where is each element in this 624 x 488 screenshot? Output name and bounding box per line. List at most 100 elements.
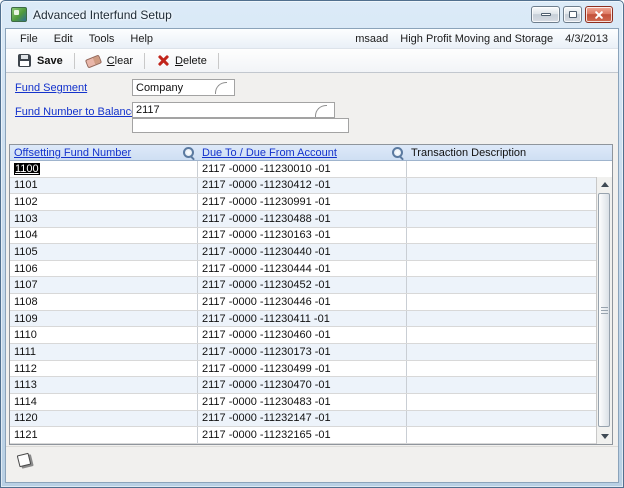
account-cell[interactable]: 2117 -0000 -11232147 -01 <box>198 411 407 427</box>
fund-number-cell[interactable]: 1113 <box>10 377 198 393</box>
minimize-icon <box>541 13 551 16</box>
fund-number-cell[interactable]: 1103 <box>10 211 198 227</box>
client-area: File Edit Tools Help msaad High Profit M… <box>5 28 619 483</box>
fund-segment-dropdown-icon[interactable] <box>214 81 233 94</box>
lookup-magnifier-icon[interactable] <box>392 147 404 159</box>
account-cell[interactable]: 2117 -0000 -11230411 -01 <box>198 311 407 327</box>
fund-number-cell[interactable]: 1106 <box>10 261 198 277</box>
account-cell[interactable]: 2117 -0000 -11230499 -01 <box>198 361 407 377</box>
fund-number-cell[interactable]: 1107 <box>10 277 198 293</box>
fund-number-cell[interactable]: 1110 <box>10 327 198 343</box>
fund-description-field[interactable] <box>132 118 349 133</box>
fund-number-cell[interactable]: 1100 <box>10 161 198 177</box>
fund-number-cell[interactable]: 1101 <box>10 178 198 194</box>
delete-button[interactable]: Delete <box>148 52 215 69</box>
fund-number-cell[interactable]: 1120 <box>10 411 198 427</box>
table-row[interactable]: 1108 2117 -0000 -11230446 -01 <box>10 294 612 311</box>
fund-number-cell[interactable]: 1112 <box>10 361 198 377</box>
clear-button[interactable]: Clear <box>78 53 141 69</box>
description-cell[interactable] <box>407 228 596 244</box>
fund-number-field[interactable]: 2117 <box>132 102 335 118</box>
account-cell[interactable]: 2117 -0000 -11230470 -01 <box>198 377 407 393</box>
account-cell[interactable]: 2117 -0000 -11230483 -01 <box>198 394 407 410</box>
scroll-up-button[interactable] <box>597 177 612 192</box>
description-cell[interactable] <box>407 211 596 227</box>
account-cell[interactable]: 2117 -0000 -11230452 -01 <box>198 277 407 293</box>
description-cell[interactable] <box>407 194 596 210</box>
description-cell[interactable] <box>407 277 596 293</box>
scroll-down-button[interactable] <box>597 429 612 444</box>
table-row[interactable]: 1109 2117 -0000 -11230411 -01 <box>10 311 612 328</box>
vertical-scrollbar[interactable] <box>596 177 612 444</box>
app-icon <box>11 7 27 22</box>
menu-tools[interactable]: Tools <box>81 29 123 48</box>
description-cell[interactable] <box>407 377 596 393</box>
account-cell[interactable]: 2117 -0000 -11230173 -01 <box>198 344 407 360</box>
fund-segment-label[interactable]: Fund Segment <box>15 82 87 94</box>
account-cell[interactable]: 2117 -0000 -11230444 -01 <box>198 261 407 277</box>
table-row[interactable]: 1103 2117 -0000 -11230488 -01 <box>10 211 612 228</box>
fund-number-cell[interactable]: 1114 <box>10 394 198 410</box>
description-cell[interactable] <box>407 244 596 260</box>
account-cell[interactable]: 2117 -0000 -11230446 -01 <box>198 294 407 310</box>
account-cell[interactable]: 2117 -0000 -11230488 -01 <box>198 211 407 227</box>
fund-number-cell[interactable]: 1109 <box>10 311 198 327</box>
account-cell[interactable]: 2117 -0000 -11232165 -01 <box>198 427 407 443</box>
delete-label: Delete <box>175 55 207 67</box>
column-header-due-to-due-from-account[interactable]: Due To / Due From Account <box>198 145 407 160</box>
fund-number-cell[interactable]: 1121 <box>10 427 198 443</box>
fund-number-dropdown-icon[interactable] <box>314 104 333 116</box>
description-cell[interactable] <box>407 327 596 343</box>
description-cell[interactable] <box>407 311 596 327</box>
fund-segment-field[interactable]: Company <box>132 79 235 96</box>
table-row[interactable]: 1106 2117 -0000 -11230444 -01 <box>10 261 612 278</box>
column-header-offsetting-fund-number[interactable]: Offsetting Fund Number <box>10 145 198 160</box>
fund-number-cell[interactable]: 1102 <box>10 194 198 210</box>
note-icon[interactable] <box>17 453 32 468</box>
table-row[interactable]: 1107 2117 -0000 -11230452 -01 <box>10 277 612 294</box>
description-cell[interactable] <box>407 394 596 410</box>
table-row[interactable]: 1114 2117 -0000 -11230483 -01 <box>10 394 612 411</box>
menu-edit[interactable]: Edit <box>46 29 81 48</box>
account-cell[interactable]: 2117 -0000 -11230010 -01 <box>198 161 407 177</box>
description-cell[interactable] <box>407 427 596 443</box>
description-cell[interactable] <box>407 261 596 277</box>
menu-file[interactable]: File <box>12 29 46 48</box>
account-cell[interactable]: 2117 -0000 -11230412 -01 <box>198 178 407 194</box>
table-row[interactable]: 1100 2117 -0000 -11230010 -01 <box>10 161 612 178</box>
table-row[interactable]: 1113 2117 -0000 -11230470 -01 <box>10 377 612 394</box>
title-bar: Advanced Interfund Setup <box>5 1 619 28</box>
table-row[interactable]: 1105 2117 -0000 -11230440 -01 <box>10 244 612 261</box>
menu-help[interactable]: Help <box>122 29 161 48</box>
table-row[interactable]: 1111 2117 -0000 -11230173 -01 <box>10 344 612 361</box>
description-cell[interactable] <box>407 178 596 194</box>
description-cell[interactable] <box>407 344 596 360</box>
description-cell[interactable] <box>407 361 596 377</box>
description-cell[interactable] <box>407 161 596 177</box>
account-cell[interactable]: 2117 -0000 -11230991 -01 <box>198 194 407 210</box>
form-area: Fund Segment Company Fund Number to Bala… <box>6 73 618 482</box>
save-button[interactable]: Save <box>10 52 71 69</box>
table-row[interactable]: 1121 2117 -0000 -11232165 -01 <box>10 427 612 444</box>
fund-number-to-balance-label[interactable]: Fund Number to Balance <box>15 106 137 118</box>
table-row[interactable]: 1102 2117 -0000 -11230991 -01 <box>10 194 612 211</box>
table-row[interactable]: 1101 2117 -0000 -11230412 -01 <box>10 178 612 195</box>
fund-number-cell[interactable]: 1105 <box>10 244 198 260</box>
table-row[interactable]: 1120 2117 -0000 -11232147 -01 <box>10 411 612 428</box>
maximize-button[interactable] <box>563 6 582 23</box>
fund-number-cell[interactable]: 1108 <box>10 294 198 310</box>
scrollbar-thumb[interactable] <box>598 193 610 427</box>
description-cell[interactable] <box>407 411 596 427</box>
table-row[interactable]: 1104 2117 -0000 -11230163 -01 <box>10 228 612 245</box>
fund-number-cell[interactable]: 1111 <box>10 344 198 360</box>
account-cell[interactable]: 2117 -0000 -11230163 -01 <box>198 228 407 244</box>
lookup-magnifier-icon[interactable] <box>183 147 195 159</box>
minimize-button[interactable] <box>531 6 560 23</box>
close-button[interactable] <box>585 6 613 23</box>
table-row[interactable]: 1110 2117 -0000 -11230460 -01 <box>10 327 612 344</box>
fund-number-cell[interactable]: 1104 <box>10 228 198 244</box>
account-cell[interactable]: 2117 -0000 -11230460 -01 <box>198 327 407 343</box>
description-cell[interactable] <box>407 294 596 310</box>
account-cell[interactable]: 2117 -0000 -11230440 -01 <box>198 244 407 260</box>
table-row[interactable]: 1112 2117 -0000 -11230499 -01 <box>10 361 612 378</box>
